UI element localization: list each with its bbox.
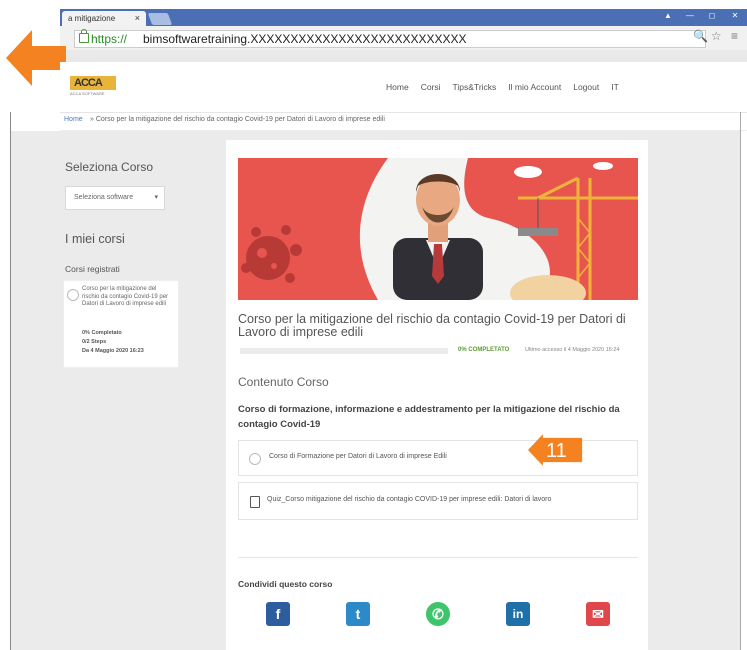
window-controls: ▲ — ◻ ✕ [657, 9, 747, 26]
bookmarks-strip [60, 50, 747, 62]
lesson-status-circle-icon [249, 453, 261, 465]
whatsapp-share-icon[interactable]: ✆ [426, 602, 450, 626]
logo-subtext: ACCA SOFTWARE [70, 91, 105, 96]
nav-logout[interactable]: Logout [567, 82, 605, 92]
close-window-button[interactable]: ✕ [723, 9, 747, 23]
email-share-icon[interactable]: ✉ [586, 602, 610, 626]
breadcrumb-home-link[interactable]: Home [64, 116, 83, 123]
select-course-heading: Seleziona Corso [65, 160, 154, 174]
section-divider [238, 557, 638, 558]
registered-courses-label: Corsi registrati [65, 264, 120, 274]
tab-close-icon[interactable]: × [135, 13, 140, 23]
select-value: Seleziona software [74, 194, 134, 201]
facebook-share-icon[interactable]: f [266, 602, 290, 626]
share-heading: Condividi questo corso [238, 579, 333, 589]
step-number: 11 [546, 440, 567, 462]
breadcrumb: Home » Corso per la mitigazione del risc… [60, 112, 747, 131]
my-courses-heading: I miei corsi [65, 232, 125, 246]
main-nav: Home Corsi Tips&Tricks Il mio Account Lo… [380, 82, 625, 92]
nav-language[interactable]: IT [605, 82, 625, 92]
course-description: Corso di formazione, informazione e adde… [238, 404, 620, 430]
nav-my-account[interactable]: Il mio Account [502, 82, 567, 92]
registered-course-card[interactable]: Corso per la mitigazione del rischio da … [63, 280, 179, 368]
caret-down-icon: ▾ [154, 194, 158, 201]
logo-text: ACCA [74, 77, 103, 89]
registered-course-completed: 0% Completato [82, 330, 122, 336]
registered-course-title[interactable]: Corso per la mitigazione del rischio da … [82, 286, 174, 309]
frame-left-border [10, 112, 11, 650]
browser-tab[interactable]: a mitigazione × [62, 11, 146, 26]
quiz-item[interactable]: Quiz_Corso mitigazione del rischio da co… [238, 482, 638, 520]
quiz-icon [250, 496, 260, 508]
arrow-left-annotation-icon [6, 30, 66, 86]
address-input[interactable]: https:// bimsoftwaretraining.XXXXXXXXXXX… [74, 29, 706, 48]
registered-course-date: Da 4 Maggio 2020 16:23 [82, 348, 144, 354]
twitter-share-icon[interactable]: t [346, 602, 370, 626]
quiz-title[interactable]: Quiz_Corso mitigazione del rischio da co… [267, 496, 551, 503]
url-host: bimsoftwaretraining.XXXXXXXXXXXXXXXXXXXX… [143, 32, 467, 46]
registered-course-steps: 0/2 Steps [82, 339, 107, 345]
zoom-star-menu-icons[interactable]: 🔍☆ ≡ [693, 29, 741, 43]
course-title: Corso per la mitigazione del rischio da … [238, 312, 626, 339]
frame-right-border [740, 112, 741, 650]
nav-home[interactable]: Home [380, 82, 415, 92]
nav-corsi[interactable]: Corsi [415, 82, 447, 92]
course-banner-image [238, 158, 638, 300]
acca-logo[interactable]: ACCA ACCA SOFTWARE [70, 76, 116, 100]
course-content-heading: Contenuto Corso [238, 375, 329, 389]
address-bar-area: https:// bimsoftwaretraining.XXXXXXXXXXX… [60, 26, 747, 51]
nav-tips-tricks[interactable]: Tips&Tricks [447, 82, 503, 92]
progress-label: 0% COMPLETATO [458, 347, 510, 353]
maximize-button[interactable]: ◻ [701, 9, 723, 23]
new-tab-button[interactable] [147, 13, 173, 25]
covid-construction-illustration [238, 158, 638, 300]
minimize-button[interactable]: — [679, 9, 701, 23]
tab-title: a mitigazione [68, 14, 116, 23]
progress-bar [240, 348, 448, 354]
user-icon[interactable]: ▲ [657, 9, 679, 23]
last-access-text: Ultimo accesso il 4 Maggio 2020 16:24 [525, 347, 620, 353]
lesson-title[interactable]: Corso di Formazione per Datori di Lavoro… [269, 453, 447, 460]
not-started-circle-icon [67, 289, 79, 301]
breadcrumb-current: » Corso per la mitigazione del rischio d… [90, 116, 385, 123]
site-header: ACCA ACCA SOFTWARE Home Corsi Tips&Trick… [60, 62, 747, 113]
lock-icon [79, 29, 89, 43]
linkedin-share-icon[interactable]: in [506, 602, 530, 626]
url-scheme: https:// [91, 32, 128, 46]
software-select[interactable]: Seleziona software ▾ [65, 186, 165, 210]
